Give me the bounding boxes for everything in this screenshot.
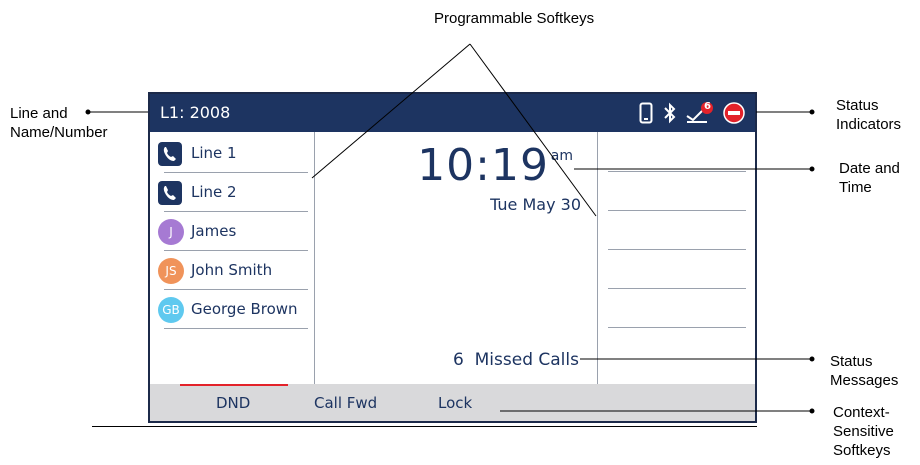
right-key-2[interactable] bbox=[608, 210, 746, 211]
callout-line-1: Line and bbox=[10, 105, 68, 122]
callout-line-1: Context- bbox=[833, 404, 890, 421]
contact-key-george-brown[interactable]: GB George Brown bbox=[156, 290, 308, 329]
phone-icon bbox=[158, 181, 182, 205]
phone-screen: L1: 2008 6 Line 1 Line 2 J James JS John… bbox=[148, 92, 757, 423]
right-key-4[interactable] bbox=[608, 288, 746, 289]
avatar: GB bbox=[158, 297, 184, 323]
bluetooth-icon bbox=[663, 102, 677, 128]
callout-line-2: Time bbox=[839, 179, 872, 196]
line-key-1[interactable]: Line 1 bbox=[156, 134, 308, 173]
voicemail-icon: 6 bbox=[685, 101, 717, 128]
callout-status-indicators: Status Indicators bbox=[836, 96, 901, 134]
right-key-5[interactable] bbox=[608, 327, 746, 328]
softkey-lock[interactable]: Lock bbox=[438, 394, 472, 412]
callout-line-2: Name/Number bbox=[10, 124, 108, 141]
line-label: L1: 2008 bbox=[160, 103, 231, 122]
line-key-2[interactable]: Line 2 bbox=[156, 173, 308, 212]
missed-calls-message[interactable]: 6 Missed Calls bbox=[453, 350, 579, 370]
callout-line-2: Indicators bbox=[836, 116, 902, 133]
status-indicators: 6 bbox=[639, 101, 749, 124]
screen-bottom-rule bbox=[92, 426, 757, 427]
active-softkey-indicator bbox=[180, 384, 288, 386]
callout-line-1: Date and bbox=[839, 160, 900, 177]
clock-ampm: am bbox=[550, 148, 573, 164]
callout-line-2: Messages bbox=[830, 372, 899, 389]
avatar-initials: JS bbox=[158, 258, 184, 284]
key-label: George Brown bbox=[191, 300, 298, 318]
right-key-3[interactable] bbox=[608, 249, 746, 250]
callout-status-messages: Status Messages bbox=[830, 352, 898, 390]
clock-time: 10:19 bbox=[417, 140, 549, 191]
callout-line-name-number: Line and Name/Number bbox=[10, 104, 108, 142]
avatar: J bbox=[158, 219, 184, 245]
softkey-bar: DND Call Fwd Lock bbox=[150, 384, 755, 421]
programmable-keys: Line 1 Line 2 J James JS John Smith GB G… bbox=[150, 132, 315, 384]
softkey-dnd[interactable]: DND bbox=[216, 394, 250, 412]
idle-screen-center: 10:19 am Tue May 30 6 Missed Calls bbox=[315, 132, 597, 384]
key-label: John Smith bbox=[191, 261, 273, 279]
callout-line-1: Status bbox=[836, 97, 879, 114]
avatar-initials: GB bbox=[158, 297, 184, 323]
softkey-call-fwd[interactable]: Call Fwd bbox=[314, 394, 377, 412]
callout-date-time: Date and Time bbox=[839, 159, 900, 197]
contact-key-john-smith[interactable]: JS John Smith bbox=[156, 251, 308, 290]
right-programmable-keys bbox=[597, 132, 756, 384]
key-label: Line 1 bbox=[191, 144, 237, 162]
callout-programmable-softkeys: Programmable Softkeys bbox=[434, 10, 595, 27]
dnd-icon bbox=[723, 102, 745, 128]
right-key-1[interactable] bbox=[608, 171, 746, 172]
key-label: James bbox=[191, 222, 237, 240]
key-label: Line 2 bbox=[191, 183, 237, 201]
avatar-initials: J bbox=[158, 219, 184, 245]
phone-icon bbox=[158, 142, 182, 166]
contact-key-james[interactable]: J James bbox=[156, 212, 308, 251]
avatar: JS bbox=[158, 258, 184, 284]
mobile-icon bbox=[639, 102, 653, 128]
callout-line-1: Status bbox=[830, 353, 873, 370]
status-bar: L1: 2008 6 bbox=[150, 94, 755, 132]
voicemail-count: 6 bbox=[704, 101, 711, 112]
callout-line-3: Softkeys bbox=[833, 442, 891, 459]
callout-context-sensitive-softkeys: Context- Sensitive Softkeys bbox=[833, 403, 894, 460]
callout-line-2: Sensitive bbox=[833, 423, 894, 440]
date-display: Tue May 30 bbox=[490, 195, 581, 214]
